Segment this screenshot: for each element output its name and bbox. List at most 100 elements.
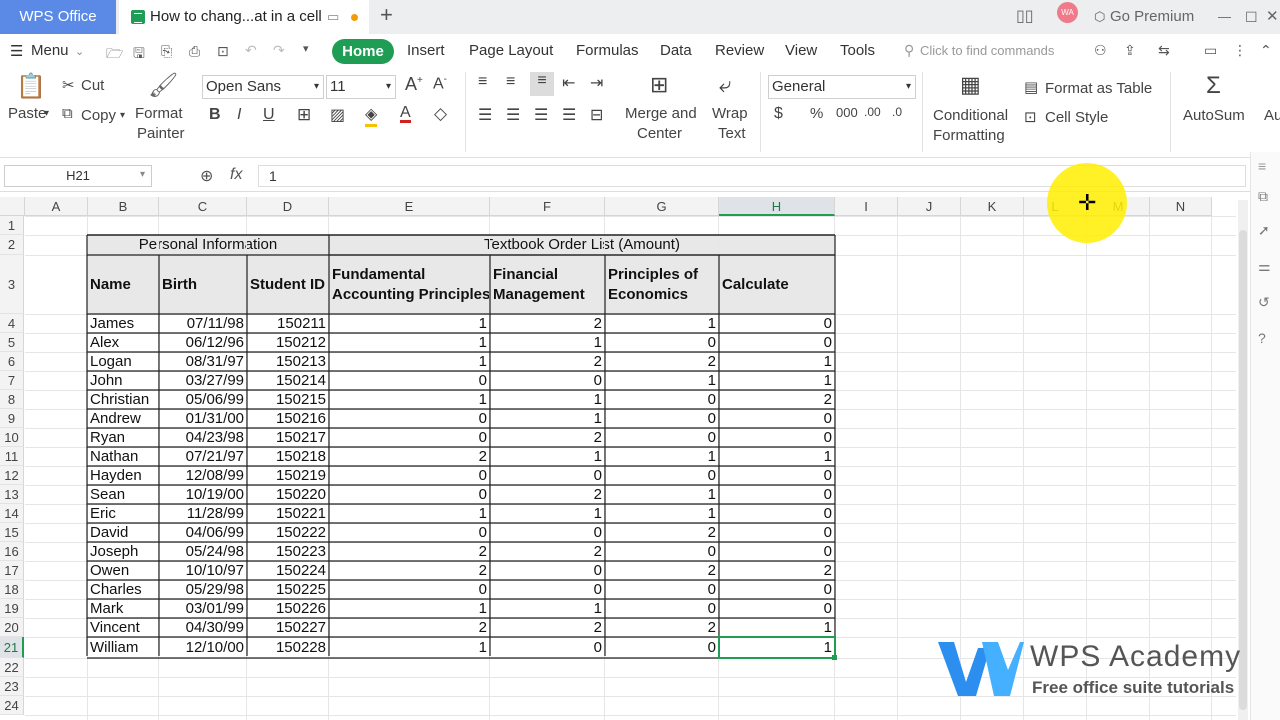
paste-button[interactable]: Paste — [8, 105, 46, 122]
currency-icon[interactable]: $ — [774, 105, 783, 123]
bold-icon[interactable]: B — [209, 106, 221, 124]
customize-icon[interactable]: ▾ — [303, 42, 309, 55]
scissors-icon: ✂ — [62, 76, 75, 94]
sync-icon[interactable]: ⇆ — [1158, 42, 1170, 59]
clear-icon[interactable]: ◇ — [434, 104, 447, 124]
zoom-icon[interactable]: ⊕ — [200, 166, 213, 186]
tab-insert[interactable]: Insert — [407, 42, 445, 59]
document-tab[interactable]: How to chang...at in a cell ▭ — [119, 0, 369, 34]
export-icon[interactable]: ⎘ — [161, 43, 172, 60]
tab-page-layout[interactable]: Page Layout — [469, 42, 553, 59]
save-icon[interactable]: 🖫 — [133, 43, 145, 67]
justify-icon[interactable]: ☰ — [562, 105, 576, 125]
pin-icon[interactable]: ▭ — [327, 0, 339, 34]
align-top-icon[interactable]: ≡ — [478, 73, 487, 91]
increase-decimal-icon[interactable]: .00 — [864, 105, 881, 119]
tab-view[interactable]: View — [785, 42, 817, 59]
cut-button[interactable]: Cut — [81, 77, 104, 94]
underline-icon[interactable]: U — [263, 106, 275, 124]
increase-font-icon[interactable]: A+ — [405, 74, 423, 95]
unsaved-dot-icon — [351, 14, 358, 21]
align-bottom-icon[interactable]: ≡ — [530, 72, 554, 96]
print-icon[interactable]: ⎙ — [189, 43, 200, 60]
wps-office-tab[interactable]: WPS Office — [0, 0, 116, 34]
wrap-text-icon[interactable]: ⤶ — [719, 72, 731, 98]
help-icon[interactable]: ? — [1258, 330, 1266, 346]
fx-icon[interactable]: fx — [230, 166, 242, 184]
print-preview-icon[interactable]: ⊡ — [217, 43, 229, 60]
conditional-formatting-icon[interactable]: ▦ — [960, 72, 981, 98]
maximize-icon[interactable]: ☐ — [1245, 0, 1258, 34]
cell-style-button[interactable]: Cell Style — [1045, 109, 1108, 126]
close-icon[interactable]: ✕ — [1266, 0, 1279, 34]
merge-label-1[interactable]: Merge and — [625, 105, 697, 122]
user-icon[interactable]: ⚇ — [1094, 42, 1107, 59]
tab-review[interactable]: Review — [715, 42, 764, 59]
more-icon[interactable]: ⋮ — [1233, 42, 1247, 59]
decrease-indent-icon[interactable]: ⇤ — [562, 73, 575, 93]
go-premium-link[interactable]: Go Premium — [1110, 0, 1194, 34]
percent-icon[interactable]: % — [810, 105, 823, 122]
merge-label-2[interactable]: Center — [637, 125, 682, 142]
align-center-icon[interactable]: ☰ — [506, 105, 520, 125]
format-painter-icon[interactable]: 🖌 — [148, 71, 178, 100]
copy-chevron-icon[interactable]: ▾ — [120, 110, 125, 121]
comment-icon[interactable]: ▭ — [1204, 42, 1217, 59]
name-box[interactable]: H21 — [4, 165, 152, 187]
copy-button[interactable]: Copy — [81, 107, 116, 124]
thousands-icon[interactable]: 000 — [836, 105, 858, 120]
font-name-select[interactable]: Open Sans▾ — [202, 75, 324, 99]
command-search[interactable]: Click to find commands — [920, 43, 1054, 58]
fill-handle[interactable] — [832, 655, 837, 660]
paste-icon[interactable]: 📋 — [16, 72, 46, 101]
align-right-icon[interactable]: ☰ — [534, 105, 548, 125]
autosum-icon[interactable]: Σ — [1206, 72, 1221, 100]
open-icon[interactable]: 🗁 — [106, 43, 123, 67]
conditional-label-2[interactable]: Formatting — [933, 127, 1005, 144]
merge-icon[interactable]: ⊞ — [650, 72, 668, 98]
menu-button[interactable]: Menu — [31, 42, 69, 59]
align-left-icon[interactable]: ☰ — [478, 105, 492, 125]
font-color-icon[interactable]: A — [400, 105, 411, 123]
share-icon[interactable]: ⇪ — [1124, 42, 1136, 59]
format-as-table-button[interactable]: Format as Table — [1045, 80, 1152, 97]
name-box-chevron-icon[interactable]: ▾ — [140, 169, 145, 180]
properties-icon[interactable]: ⧉ — [1258, 188, 1268, 205]
align-middle-icon[interactable]: ≡ — [506, 73, 515, 91]
history-icon[interactable]: ↺ — [1258, 294, 1270, 311]
autosum-button[interactable]: AutoSum — [1183, 107, 1245, 124]
wrap-label-1[interactable]: Wrap — [712, 105, 748, 122]
distributed-icon[interactable]: ⊟ — [590, 105, 603, 125]
tab-data[interactable]: Data — [660, 42, 692, 59]
undo-icon[interactable]: ↶ — [245, 42, 257, 59]
fill-color-icon[interactable]: ◈ — [365, 104, 377, 127]
hamburger-icon[interactable]: ☰ — [10, 42, 23, 60]
settings-icon[interactable]: ⚌ — [1258, 258, 1271, 275]
tab-tools[interactable]: Tools — [840, 42, 875, 59]
autosum-overflow-label[interactable]: Au — [1264, 107, 1280, 124]
chevron-down-icon[interactable]: ⌄ — [75, 45, 84, 58]
conditional-label-1[interactable]: Conditional — [933, 107, 1008, 124]
number-format-select[interactable]: General▾ — [768, 75, 916, 99]
increase-indent-icon[interactable]: ⇥ — [590, 73, 603, 93]
borders-icon[interactable]: ⊞ — [297, 105, 311, 125]
fill-style-icon[interactable]: ▨ — [330, 105, 345, 125]
panel-icon[interactable]: ≡ — [1258, 158, 1266, 174]
minimize-icon[interactable]: — — [1218, 0, 1231, 34]
format-painter-label-2[interactable]: Painter — [137, 125, 185, 142]
italic-icon[interactable]: I — [237, 106, 241, 124]
decrease-decimal-icon[interactable]: .0 — [892, 105, 902, 119]
paste-chevron-icon[interactable]: ▾ — [44, 108, 49, 119]
format-painter-label-1[interactable]: Format — [135, 105, 183, 122]
layout-icon[interactable]: ▯▯ — [1016, 0, 1034, 34]
avatar[interactable]: WA — [1057, 2, 1078, 23]
wrap-label-2[interactable]: Text — [718, 125, 746, 142]
new-tab-icon[interactable]: + — [380, 2, 393, 28]
redo-icon[interactable]: ↷ — [273, 42, 285, 59]
decrease-font-icon[interactable]: A- — [433, 74, 447, 93]
tab-formulas[interactable]: Formulas — [576, 42, 639, 59]
tab-home[interactable]: Home — [332, 39, 394, 64]
collapse-ribbon-icon[interactable]: ⌃ — [1260, 42, 1272, 59]
select-icon[interactable]: ➚ — [1258, 222, 1270, 239]
font-size-select[interactable]: 11▾ — [326, 75, 396, 99]
